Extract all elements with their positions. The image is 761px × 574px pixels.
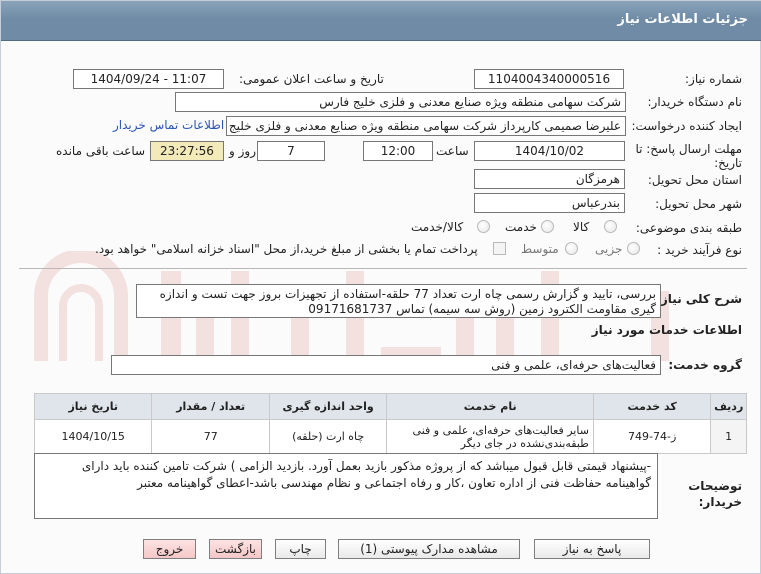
reply-button[interactable]: پاسخ به نیاز xyxy=(534,539,650,559)
creator-field: علیرضا صمیمی کارپرداز شرکت سهامی منطقه و… xyxy=(226,116,626,136)
col-row-header: ردیف xyxy=(710,393,747,420)
summary-label: شرح کلی نیاز: xyxy=(656,292,742,306)
city-label: شهر محل تحویل: xyxy=(655,197,742,211)
cell-qty: 77 xyxy=(151,419,270,454)
col-code-header: کد خدمت xyxy=(592,393,712,420)
table-row: 1 ز-74-749 سایر فعالیت‌های حرفه‌ای، علمی… xyxy=(33,419,747,454)
cell-row: 1 xyxy=(710,419,747,454)
buyer-contact-link[interactable]: اطلاعات تماس خریدار xyxy=(113,118,224,132)
service-group-label: گروه خدمت: xyxy=(668,358,742,372)
category-label: طبقه بندی موضوعی: xyxy=(635,221,742,235)
need-number-field: 1104004340000516 xyxy=(474,69,624,89)
remaining-days-field: 7 xyxy=(257,141,325,161)
buyer-notes-label: توضیحات خریدار: xyxy=(688,479,742,509)
province-label: استان محل تحویل: xyxy=(647,173,742,187)
cell-date: 1404/10/15 xyxy=(33,419,153,454)
city-field: بندرعباس xyxy=(474,193,625,213)
col-date-header: تاریخ نیاز xyxy=(33,393,153,420)
category-radio-goods[interactable] xyxy=(604,220,617,233)
page-title: جزئیات اطلاعات نیاز xyxy=(617,12,748,27)
service-group-field: فعالیت‌های حرفه‌ای، علمی و فنی xyxy=(111,355,661,375)
services-table: ردیف کد خدمت نام خدمت واحد اندازه گیری ت… xyxy=(33,393,747,454)
print-button[interactable]: چاپ xyxy=(275,539,326,559)
category-option-goods: کالا xyxy=(573,220,590,234)
col-qty-header: تعداد / مقدار xyxy=(151,393,270,420)
treasury-text: پرداخت تمام یا بخشی از مبلغ خرید،از محل … xyxy=(95,242,478,256)
treasury-checkbox[interactable] xyxy=(493,242,506,255)
summary-field: بررسی، تایید و گزارش رسمی چاه ارت تعداد … xyxy=(136,284,661,318)
buyer-org-label: نام دستگاه خریدار: xyxy=(647,95,743,109)
remaining-timer: 23:27:56 xyxy=(150,141,224,161)
cell-name: سایر فعالیت‌های حرفه‌ای، علمی و فنی طبقه… xyxy=(386,419,594,454)
view-attachments-button[interactable]: مشاهده مدارک پیوستی (1) xyxy=(338,539,520,559)
deadline-date-field: 1404/10/02 xyxy=(474,141,625,161)
exit-button[interactable]: خروج xyxy=(143,539,196,559)
deadline-label: مهلت ارسال پاسخ: تا xyxy=(635,142,742,156)
cell-code: ز-74-749 xyxy=(592,419,712,454)
buyer-org-field: شرکت سهامی منطقه ویژه صنایع معدنی و فلزی… xyxy=(175,92,626,112)
category-radio-service[interactable] xyxy=(541,220,554,233)
deadline-time-field: 12:00 xyxy=(363,141,433,161)
deadline-time-label: ساعت xyxy=(436,144,469,158)
remaining-label: ساعت باقی مانده xyxy=(56,144,146,158)
section-divider xyxy=(19,268,747,269)
province-field: هرمزگان xyxy=(474,169,625,189)
need-number-label: شماره نیاز: xyxy=(685,72,742,86)
category-radio-goods-service[interactable] xyxy=(477,220,490,233)
remaining-days-label: روز و xyxy=(229,144,256,158)
need-details-panel: جزئیات اطلاعات نیاز شماره نیاز: 11040043… xyxy=(0,0,761,574)
process-radio-medium[interactable] xyxy=(565,242,578,255)
deadline-label-date: تاریخ: xyxy=(714,156,742,170)
process-label: نوع فرآیند خرید : xyxy=(657,243,742,257)
process-radio-minor[interactable] xyxy=(627,242,640,255)
table-header-row: ردیف کد خدمت نام خدمت واحد اندازه گیری ت… xyxy=(33,393,747,420)
col-name-header: نام خدمت xyxy=(386,393,594,420)
services-section-title: اطلاعات خدمات مورد نیاز xyxy=(591,323,742,337)
col-unit-header: واحد اندازه گیری xyxy=(268,393,388,420)
buyer-notes-field: -پیشنهاد قیمتی قابل قبول میباشد که از پر… xyxy=(34,453,658,519)
process-option-minor: جزیی xyxy=(595,242,623,256)
category-option-goods-service: کالا/خدمت xyxy=(411,220,464,234)
back-button[interactable]: بازگشت xyxy=(209,539,262,559)
announce-field: 1404/09/24 - 11:07 xyxy=(73,69,224,89)
cell-unit: چاه ارت (حلقه) xyxy=(268,419,388,454)
creator-label: ایجاد کننده درخواست: xyxy=(631,119,742,133)
title-bar: جزئیات اطلاعات نیاز xyxy=(1,1,761,41)
process-option-medium: متوسط xyxy=(521,242,559,256)
category-option-service: خدمت xyxy=(505,220,537,234)
announce-label: تاریخ و ساعت اعلان عمومی: xyxy=(239,72,384,86)
